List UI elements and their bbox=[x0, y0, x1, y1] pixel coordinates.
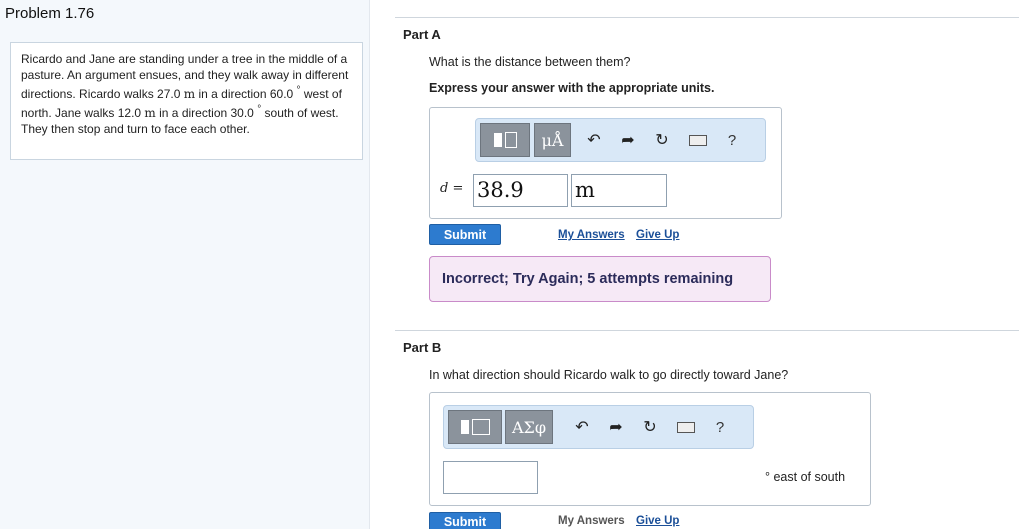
template-square-icon-b bbox=[460, 420, 469, 434]
part-b-toolbar: ΑΣφ ↶ ➦ ↻ ? bbox=[443, 405, 754, 449]
reset-icon-b[interactable]: ↻ bbox=[635, 410, 665, 444]
help-icon-b[interactable]: ? bbox=[705, 410, 735, 444]
reset-icon[interactable]: ↻ bbox=[647, 123, 677, 157]
problem-sidebar: Problem 1.76 Ricardo and Jane are standi… bbox=[0, 0, 370, 529]
part-a-divider bbox=[395, 17, 1019, 18]
templates-button-b[interactable] bbox=[448, 410, 502, 444]
template-fraction-icon bbox=[504, 132, 517, 148]
template-square-icon bbox=[493, 133, 502, 147]
problem-text-4: in a direction 30.0 bbox=[155, 106, 258, 120]
part-b-my-answers-text: My Answers bbox=[558, 515, 625, 527]
keyboard-shape-b bbox=[677, 421, 695, 433]
template-radical-icon bbox=[471, 419, 490, 435]
variable-label-d: d = bbox=[440, 181, 464, 196]
redo-icon[interactable]: ➦ bbox=[613, 123, 643, 157]
problem-title: Problem 1.76 bbox=[5, 5, 95, 22]
part-a-my-answers-link[interactable]: My Answers bbox=[558, 229, 625, 241]
part-a-give-up-link[interactable]: Give Up bbox=[636, 229, 679, 241]
part-b-question: In what direction should Ricardo walk to… bbox=[429, 368, 789, 382]
undo-icon-b[interactable]: ↶ bbox=[567, 410, 597, 444]
keyboard-shape bbox=[689, 134, 707, 146]
distance-unit-input[interactable]: m bbox=[571, 174, 667, 207]
unit-m-1: m bbox=[183, 87, 196, 101]
part-b-give-up-link[interactable]: Give Up bbox=[636, 515, 679, 527]
unit-m-2: m bbox=[144, 106, 156, 120]
part-a-instruction: Express your answer with the appropriate… bbox=[429, 81, 715, 95]
part-b-title: Part B bbox=[403, 340, 442, 355]
part-b-answer-box: ΑΣφ ↶ ➦ ↻ ? ° east of south bbox=[429, 392, 871, 506]
templates-button[interactable] bbox=[480, 123, 530, 157]
problem-text-2: in a direction 60.0 bbox=[195, 87, 297, 101]
keyboard-icon-b[interactable] bbox=[671, 410, 701, 444]
undo-icon[interactable]: ↶ bbox=[579, 123, 609, 157]
direction-value-input[interactable] bbox=[443, 461, 538, 494]
part-b-divider bbox=[395, 330, 1019, 331]
distance-value-input[interactable]: 38.9 bbox=[473, 174, 568, 207]
help-icon[interactable]: ? bbox=[717, 123, 747, 157]
part-a-feedback: Incorrect; Try Again; 5 attempts remaini… bbox=[429, 256, 771, 302]
part-b-submit-button[interactable]: Submit bbox=[429, 512, 501, 529]
problem-statement: Ricardo and Jane are standing under a tr… bbox=[10, 42, 363, 160]
units-button[interactable]: μÅ bbox=[534, 123, 571, 157]
part-a-answer-box: μÅ ↶ ➦ ↻ ? d = 38.9 m bbox=[429, 107, 782, 219]
symbols-button[interactable]: ΑΣφ bbox=[505, 410, 553, 444]
part-a-title: Part A bbox=[403, 27, 441, 42]
part-a-toolbar: μÅ ↶ ➦ ↻ ? bbox=[475, 118, 766, 162]
part-a-question: What is the distance between them? bbox=[429, 55, 631, 69]
part-a-submit-button[interactable]: Submit bbox=[429, 224, 501, 245]
redo-icon-b[interactable]: ➦ bbox=[601, 410, 631, 444]
direction-unit-text: ° east of south bbox=[765, 470, 846, 484]
keyboard-icon[interactable] bbox=[683, 123, 713, 157]
